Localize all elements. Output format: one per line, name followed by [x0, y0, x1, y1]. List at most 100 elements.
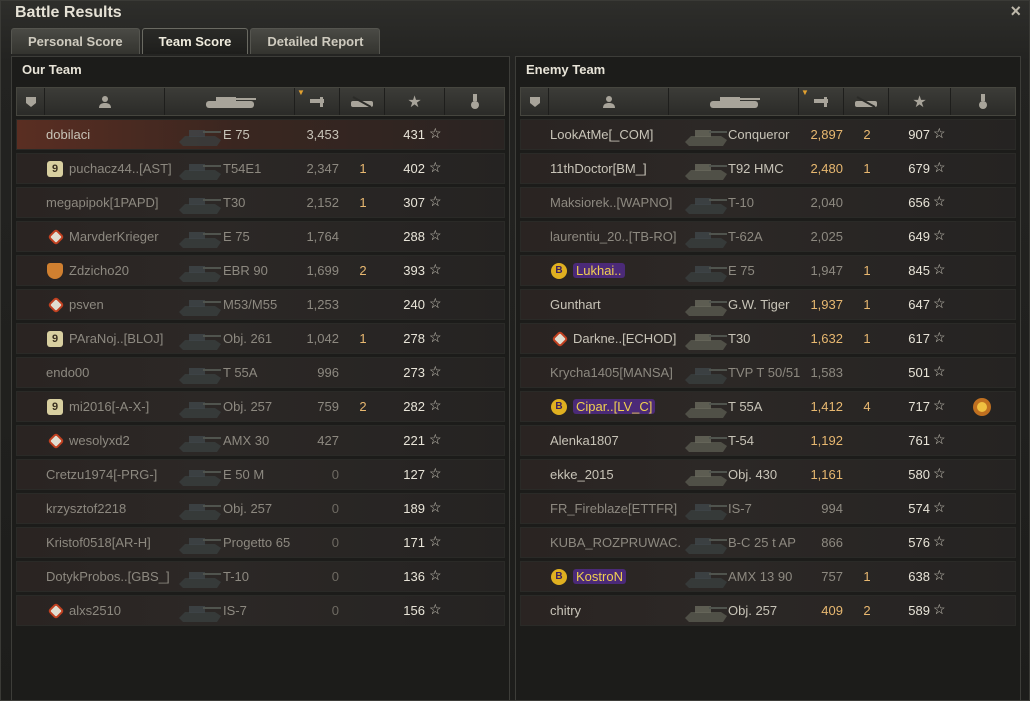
damage-value: 1,412 [810, 399, 843, 414]
xp-value: 136 [403, 569, 425, 584]
player-nick: dobilaci [46, 127, 91, 142]
table-row[interactable]: 9 PAraNoj..[BLOJ] Obj. 261 1,042 1 278 ☆ [16, 323, 505, 354]
table-row[interactable]: LookAtMe[_COM] Conqueror 2,897 2 907 ☆ [520, 119, 1016, 150]
tank-column-header[interactable] [669, 88, 799, 115]
close-icon[interactable]: × [1010, 1, 1021, 22]
xp-column-header[interactable]: ★ [385, 88, 445, 115]
table-row[interactable]: chitry Obj. 257 409 2 589 ☆ [520, 595, 1016, 626]
table-row[interactable]: 9 mi2016[-A-X-] Obj. 257 759 2 282 ☆ [16, 391, 505, 422]
player-nick: Cretzu1974 [46, 467, 114, 482]
vehicle-name: Obj. 261 [223, 331, 273, 346]
vehicle-name: T92 HMC [728, 161, 784, 176]
table-row[interactable]: alxs2510 IS-7 0 156 ☆ [16, 595, 505, 626]
tab-team-score[interactable]: Team Score [141, 28, 249, 54]
tank-image-icon [685, 606, 727, 622]
player-icon [602, 95, 615, 108]
table-row[interactable]: 11thDoctor[BM_] T92 HMC 2,480 1 679 ☆ [520, 153, 1016, 184]
vehicle-name: B-C 25 t AP [728, 535, 796, 550]
table-row[interactable]: KUBA_ROZPRUWAC.. B-C 25 t AP 866 576 ☆ [520, 527, 1016, 558]
xp-value: 845 [908, 263, 930, 278]
diamond-icon [47, 228, 65, 246]
table-row[interactable]: psven M53/M55 1,253 240 ☆ [16, 289, 505, 320]
table-row[interactable]: ekke_2015 Obj. 430 1,161 580 ☆ [520, 459, 1016, 490]
damage-value: 1,764 [306, 229, 339, 244]
damage-icon [310, 96, 324, 107]
table-row[interactable]: FR_Fireblaze[ETTFR] IS-7 994 574 ☆ [520, 493, 1016, 524]
medal-column-header[interactable] [951, 88, 1015, 115]
damage-icon [814, 96, 828, 107]
tab-personal-score[interactable]: Personal Score [11, 28, 140, 54]
table-row[interactable]: krzysztof2218 Obj. 257 0 189 ☆ [16, 493, 505, 524]
enemy-team-header: ▼ ★ [520, 87, 1016, 116]
player-name: KUBA_ROZPRUWAC.. [550, 535, 681, 550]
xp-star-icon: ★ [407, 93, 422, 111]
table-row[interactable]: Zdzicho20 EBR 90 1,699 2 393 ☆ [16, 255, 505, 286]
table-row[interactable]: B Lukhai.. E 75 1,947 1 845 ☆ [520, 255, 1016, 286]
table-row[interactable]: Kristof0518[AR-H] Progetto 65 0 171 ☆ [16, 527, 505, 558]
medal-column-header[interactable] [445, 88, 504, 115]
table-row[interactable]: Maksiorek..[WAPNO] T-10 2,040 656 ☆ [520, 187, 1016, 218]
player-clan: [MANSA] [619, 365, 673, 380]
squad-column-header[interactable] [521, 88, 549, 115]
table-row[interactable]: Gunthart G.W. Tiger 1,937 1 647 ☆ [520, 289, 1016, 320]
table-row[interactable]: dobilaci E 75 3,453 431 ☆ [16, 119, 505, 150]
tab-detailed-report[interactable]: Detailed Report [250, 28, 381, 54]
table-row[interactable]: wesolyxd2 AMX 30 427 221 ☆ [16, 425, 505, 456]
damage-value: 2,152 [306, 195, 339, 210]
squad-column-header[interactable] [17, 88, 45, 115]
damage-column-header[interactable]: ▼ [295, 88, 340, 115]
squad-icon [529, 96, 540, 107]
table-row[interactable]: Krycha1405[MANSA] TVP T 50/51 1,583 501 ☆ [520, 357, 1016, 388]
frags-column-header[interactable] [844, 88, 889, 115]
vehicle-name: T 55A [223, 365, 258, 380]
player-nick: puchacz44.. [69, 161, 140, 176]
player-nick: DotykProbos.. [46, 569, 128, 584]
table-row[interactable]: Alenka1807 T-54 1,192 761 ☆ [520, 425, 1016, 456]
tank-image-icon [179, 266, 221, 282]
tank-image-icon [685, 572, 727, 588]
player-column-header[interactable] [549, 88, 669, 115]
tank-image-icon [685, 300, 727, 316]
player-name: PAraNoj..[BLOJ] [69, 331, 163, 346]
player-name: wesolyxd2 [69, 433, 130, 448]
player-name: alxs2510 [69, 603, 121, 618]
star-icon: ☆ [429, 125, 442, 141]
damage-value: 1,947 [810, 263, 843, 278]
shield-icon [47, 263, 63, 279]
frags-column-header[interactable] [340, 88, 385, 115]
xp-value: 171 [403, 535, 425, 550]
damage-value: 757 [821, 569, 843, 584]
xp-value: 189 [403, 501, 425, 516]
table-row[interactable]: MarvderKrieger E 75 1,764 288 ☆ [16, 221, 505, 252]
table-row[interactable]: laurentiu_20..[TB-RO] T-62A 2,025 649 ☆ [520, 221, 1016, 252]
star-icon: ☆ [933, 363, 946, 379]
damage-value: 1,632 [810, 331, 843, 346]
table-row[interactable]: B Cipar..[LV_C] T 55A 1,412 4 717 ☆ [520, 391, 1016, 422]
tank-column-header[interactable] [165, 88, 295, 115]
player-nick: MarvderKrieger [69, 229, 159, 244]
medal-icon[interactable] [971, 396, 993, 418]
tank-image-icon [685, 266, 727, 282]
star-icon: ☆ [933, 159, 946, 175]
player-column-header[interactable] [45, 88, 165, 115]
damage-column-header[interactable]: ▼ [799, 88, 844, 115]
xp-column-header[interactable]: ★ [889, 88, 951, 115]
xp-value: 282 [403, 399, 425, 414]
player-nick: KostroN [576, 569, 623, 584]
table-row[interactable]: Darkne..[ECHOD] T30 1,632 1 617 ☆ [520, 323, 1016, 354]
tank-image-icon [685, 436, 727, 452]
vehicle-name: T54E1 [223, 161, 262, 176]
vehicle-name: G.W. Tiger [728, 297, 790, 312]
player-name: Zdzicho20 [69, 263, 129, 278]
table-row[interactable]: B KostroN AMX 13 90 757 1 638 ☆ [520, 561, 1016, 592]
table-row[interactable]: 9 puchacz44..[AST] T54E1 2,347 1 402 ☆ [16, 153, 505, 184]
player-name: mi2016[-A-X-] [69, 399, 149, 414]
tank-image-icon [179, 402, 221, 418]
xp-value: 127 [403, 467, 425, 482]
table-row[interactable]: endo00 T 55A 996 273 ☆ [16, 357, 505, 388]
table-row[interactable]: megapipok[1PAPD] T30 2,152 1 307 ☆ [16, 187, 505, 218]
star-icon: ☆ [429, 193, 442, 209]
table-row[interactable]: DotykProbos..[GBS_] T-10 0 136 ☆ [16, 561, 505, 592]
xp-value: 273 [403, 365, 425, 380]
table-row[interactable]: Cretzu1974[-PRG-] E 50 M 0 127 ☆ [16, 459, 505, 490]
